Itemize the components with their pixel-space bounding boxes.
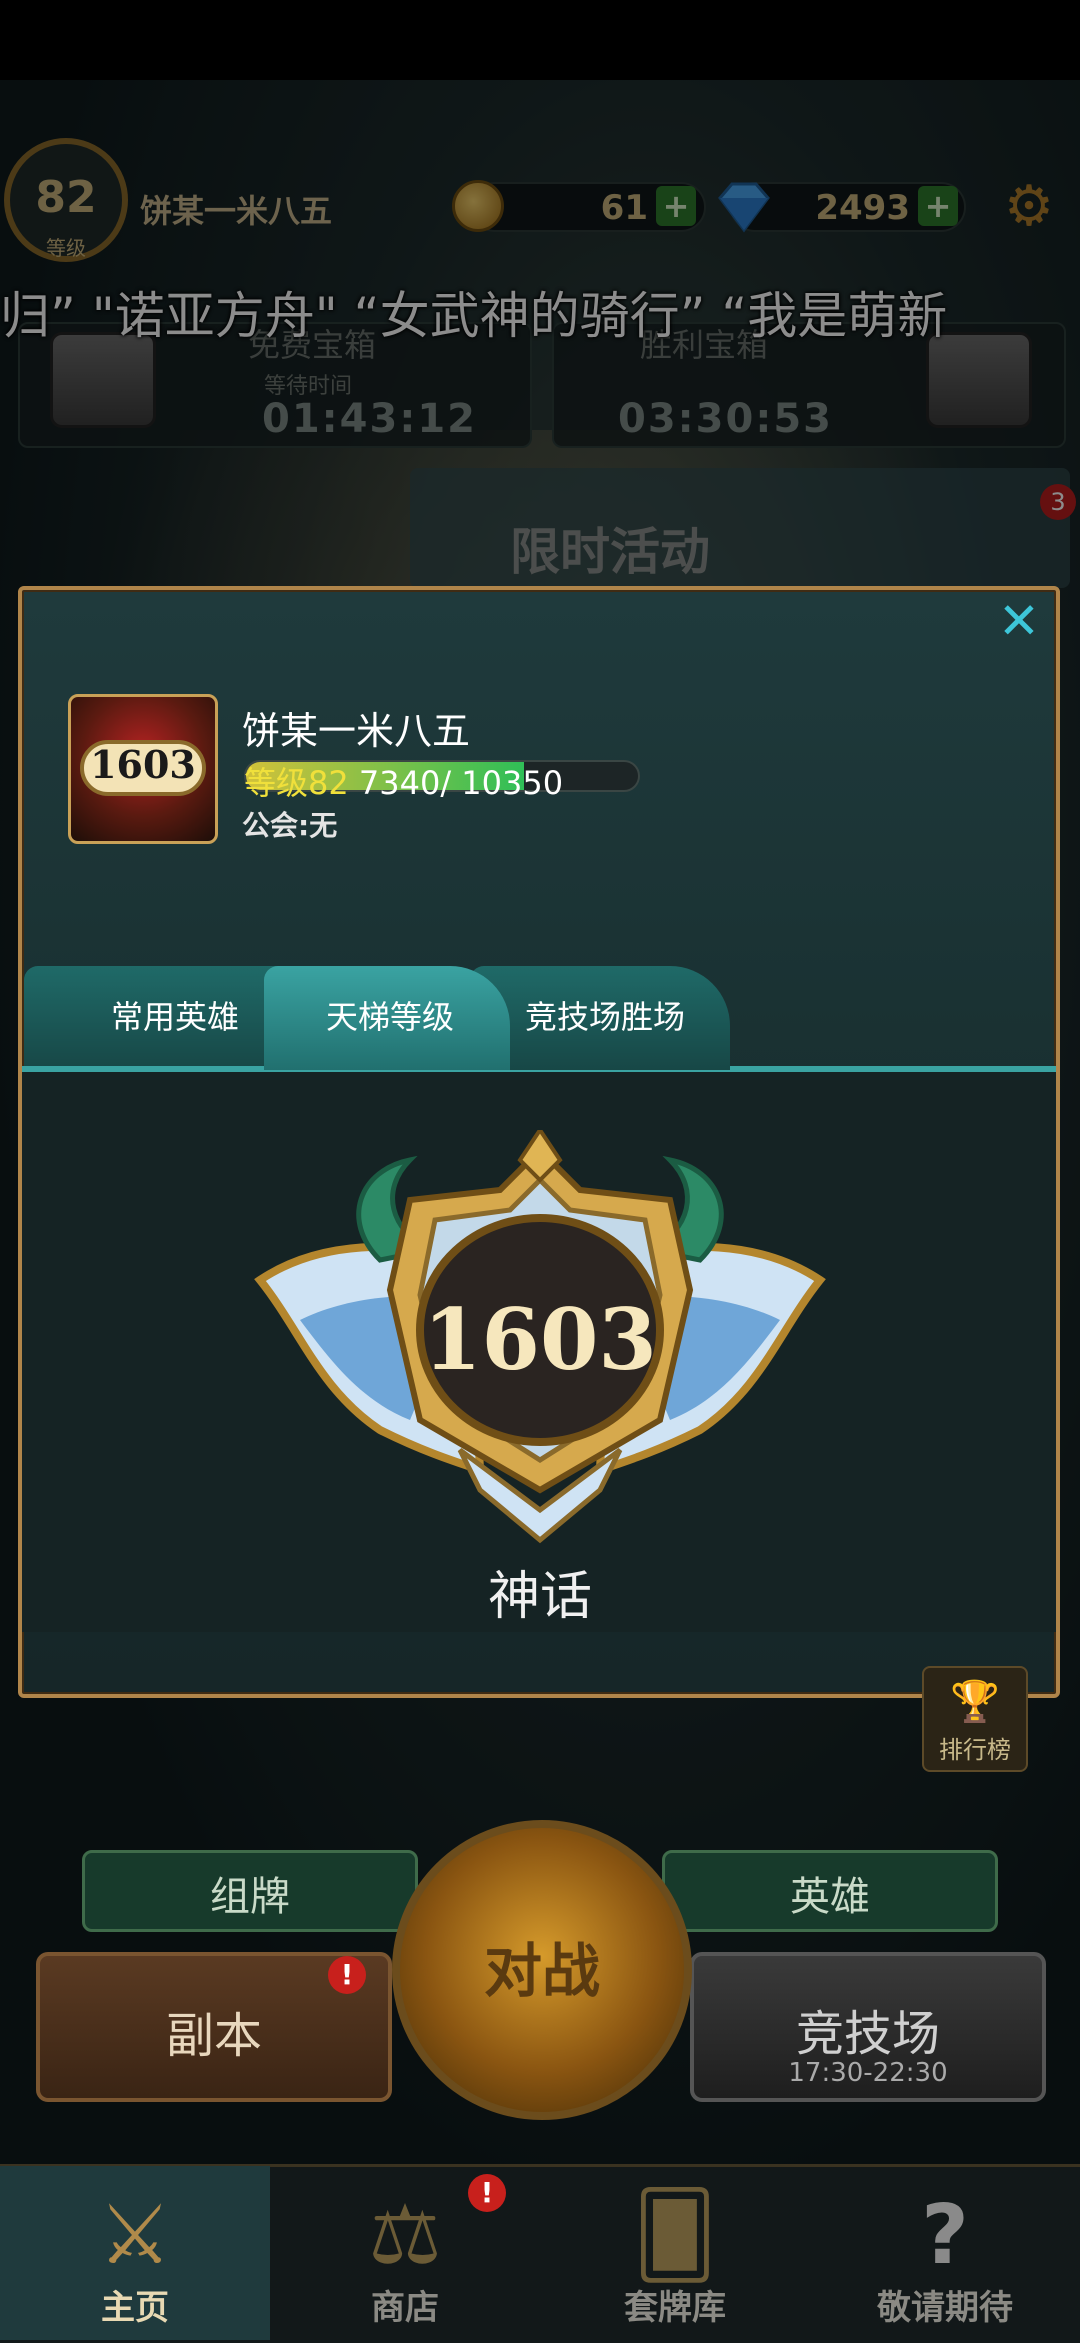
close-button[interactable]: ✕ <box>994 596 1044 646</box>
dungeon-label: 副本 <box>165 2008 262 2064</box>
dungeon-alert-badge: ! <box>328 1956 366 1994</box>
heroes-label: 英雄 <box>790 1874 870 1920</box>
crossed-swords-icon: ⚔ <box>98 2188 172 2283</box>
profile-player-name: 饼某一米八五 <box>242 709 471 753</box>
deck-builder-label: 组牌 <box>210 1874 290 1920</box>
nav-shop-label: 商店 <box>371 2288 439 2328</box>
status-bar <box>0 0 1080 80</box>
rank-name: 神话 <box>487 1567 592 1627</box>
level-text: 等级82 <box>244 764 349 802</box>
battle-label: 对战 <box>483 1937 600 2005</box>
arena-label: 竞技场 <box>795 2006 940 2062</box>
leaderboard-label: 排行榜 <box>939 1736 1011 1764</box>
xp-text: 等级82 7340/ 10350 <box>244 758 563 804</box>
trophy-icon: 🏆 <box>950 1679 1000 1725</box>
nav-decks-label: 套牌库 <box>624 2288 726 2328</box>
tab-ladder-rank-label: 天梯等级 <box>325 998 454 1036</box>
nav-coming-soon-label: 敬请期待 <box>877 2288 1013 2328</box>
tab-arena-wins-label: 竞技场胜场 <box>524 998 685 1036</box>
avatar-rank-value: 1603 <box>90 742 196 787</box>
cards-icon: 🂠 <box>633 2188 717 2283</box>
tab-common-heroes-label: 常用英雄 <box>110 998 239 1036</box>
guild-text: 公会:无 <box>242 809 338 842</box>
shop-alert-badge: ! <box>468 2174 506 2212</box>
xp-value: 7340/ 10350 <box>358 764 564 802</box>
question-icon: ? <box>921 2188 969 2283</box>
arena-hours: 17:30-22:30 <box>788 2058 948 2088</box>
ladder-score: 1603 <box>423 1290 657 1389</box>
nav-home-label: 主页 <box>101 2288 169 2328</box>
